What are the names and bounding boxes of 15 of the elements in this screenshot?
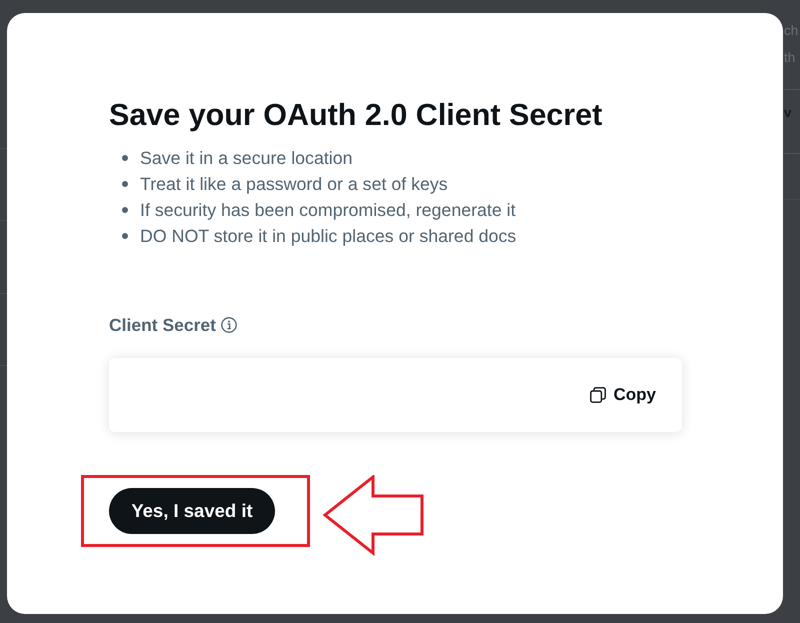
copy-button[interactable]: Copy	[590, 385, 656, 405]
tip-text: Save it in a secure location	[140, 148, 353, 168]
secret-field[interactable]: Copy	[109, 358, 682, 432]
tip-text: Treat it like a password or a set of keys	[140, 174, 448, 194]
confirm-button[interactable]: Yes, I saved it	[109, 488, 275, 534]
info-icon[interactable]	[220, 317, 237, 333]
tip-text: If security has been compromised, regenerate it	[140, 200, 516, 220]
tip-text: DO NOT store it in public places or shared docs	[140, 226, 516, 246]
copy-icon	[590, 387, 606, 403]
bullet-icon	[122, 233, 128, 239]
bullet-icon	[122, 181, 128, 187]
field-label: Client Secret	[109, 314, 216, 336]
bullet-icon	[122, 155, 128, 161]
dialog-title: Save your OAuth 2.0 Client Secret	[109, 98, 602, 132]
bullet-icon	[122, 207, 128, 213]
